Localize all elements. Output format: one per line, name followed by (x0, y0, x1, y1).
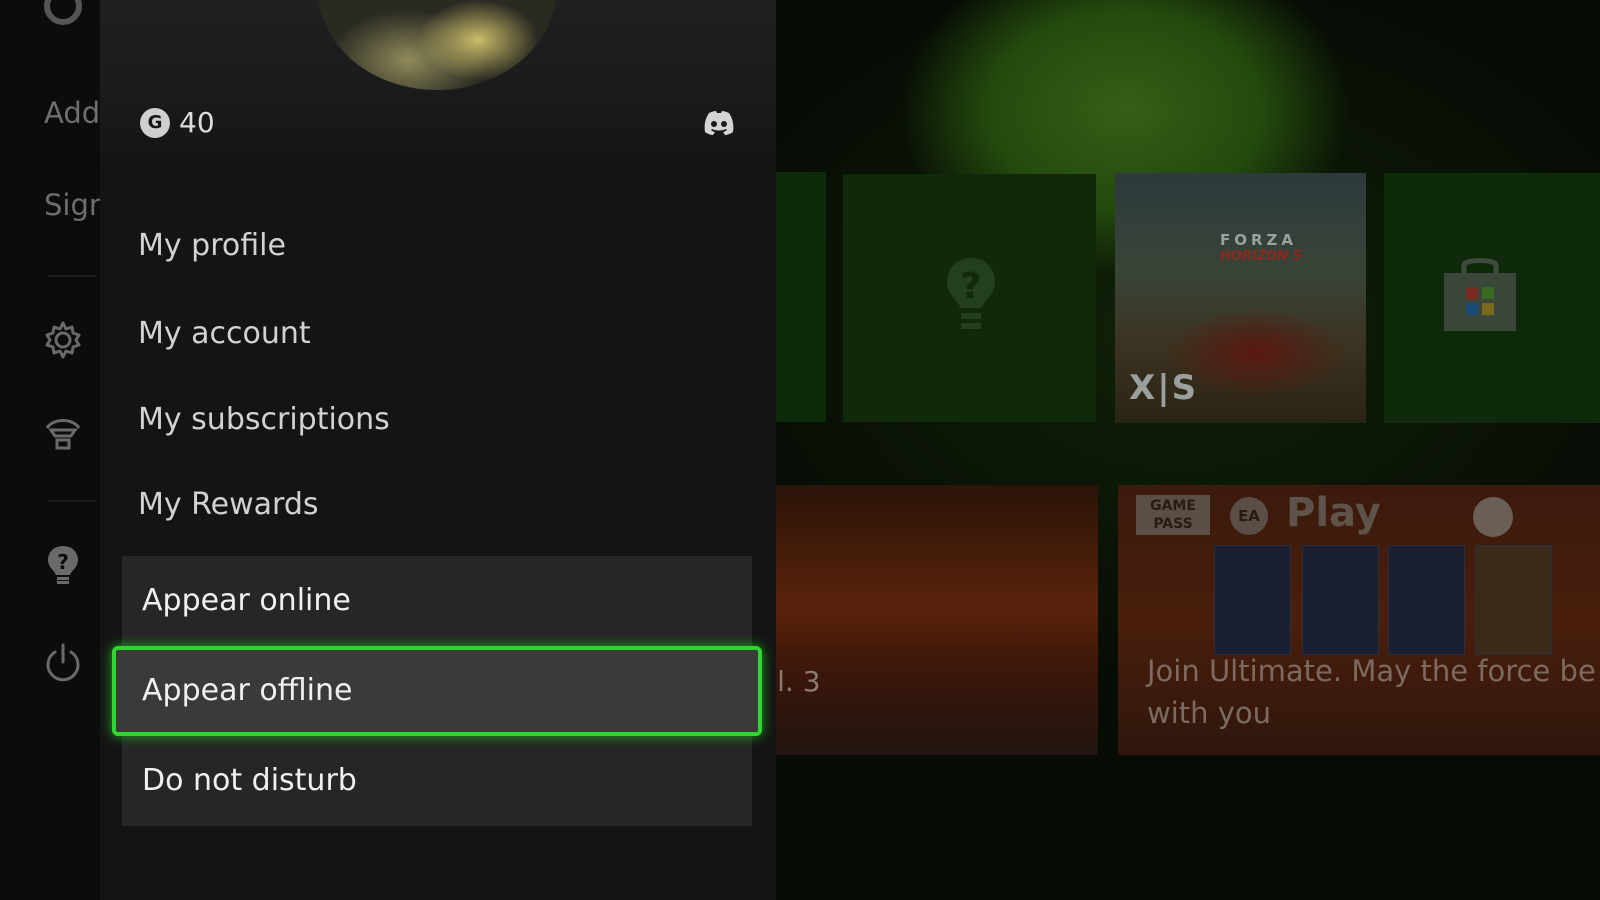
forza-logo-word: FORZA (1220, 231, 1298, 249)
store-bag-icon (1444, 258, 1516, 331)
home-tile-store[interactable] (1384, 173, 1600, 423)
profile-ring-icon (44, 0, 82, 25)
home-tile-guardians[interactable]: ol. 3 n (760, 485, 1098, 755)
game-cover (1302, 545, 1379, 655)
menu-my-rewards[interactable]: My Rewards (138, 487, 319, 522)
svg-text:?: ? (57, 550, 69, 574)
help-icon[interactable]: ? (43, 544, 83, 584)
gamerscore-icon: G (140, 107, 170, 138)
gamerscore: G 40 (140, 106, 215, 139)
game-cover (1214, 545, 1291, 655)
xbox-series-badge: X|S (1129, 368, 1199, 408)
profile-flyout: G 40 My profile My account My subscripti… (100, 0, 776, 900)
game-cover (1388, 545, 1465, 655)
avatar[interactable] (318, 0, 556, 90)
rail-divider (48, 275, 96, 277)
svg-text:?: ? (961, 266, 982, 307)
power-icon[interactable] (43, 642, 83, 682)
nav-rail: Add Sign ? (0, 0, 100, 900)
status-do-not-disturb[interactable]: Do not disturb (122, 736, 752, 826)
rail-divider (48, 500, 96, 502)
menu-my-profile[interactable]: My profile (138, 228, 286, 263)
rail-sign-item[interactable]: Sign (44, 188, 100, 222)
game-pass-caption: Join Ultimate. May the force be with you (1147, 654, 1596, 730)
headset-icon[interactable] (43, 414, 83, 454)
home-tile-tips[interactable]: ? (843, 174, 1096, 422)
home-tile-game-pass[interactable]: GAME PASS EA Play Join Ultimate. May the… (1118, 485, 1600, 755)
status-appear-offline[interactable]: Appear offline (112, 646, 762, 736)
discord-icon[interactable] (703, 110, 735, 136)
lightbulb-icon: ? (947, 258, 995, 329)
rail-add-item[interactable]: Add (44, 96, 100, 130)
gamepass-dot-icon (1473, 497, 1513, 537)
forza-logo-sub: HORIZON 5 (1220, 249, 1302, 264)
ea-logo: EA (1230, 497, 1268, 535)
menu-my-account[interactable]: My account (138, 316, 311, 351)
home-tile-forza-horizon-5[interactable]: FORZA HORIZON 5 X|S (1115, 173, 1366, 423)
profile-header: G 40 (100, 0, 776, 170)
game-pass-badge: GAME PASS (1136, 495, 1210, 535)
gear-icon[interactable] (43, 320, 83, 360)
menu-my-subscriptions[interactable]: My subscriptions (138, 402, 390, 437)
ea-play-label: Play (1286, 490, 1381, 536)
status-appear-online[interactable]: Appear online (122, 556, 752, 646)
online-status-menu: Appear online Appear offline Do not dist… (112, 556, 762, 826)
game-cover (1475, 545, 1552, 655)
gamerscore-value: 40 (179, 106, 215, 139)
